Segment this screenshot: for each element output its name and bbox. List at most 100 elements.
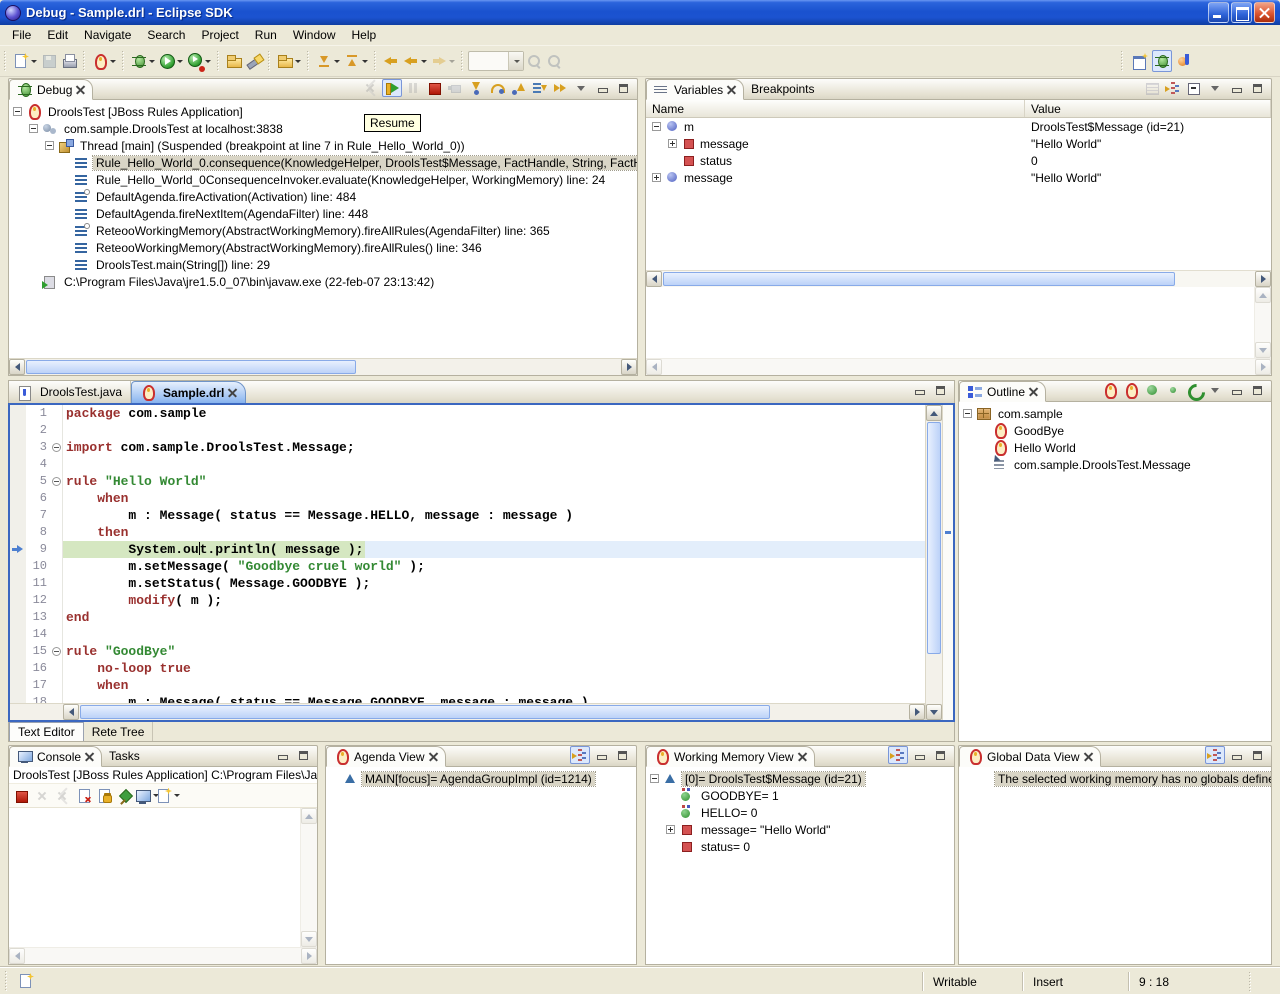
column-name[interactable]: Name [646,100,1025,117]
stack-frame-row[interactable]: DefaultAgenda.fireActivation(Activation)… [9,188,637,205]
run-external-tools-button[interactable] [185,50,213,72]
tree-expander[interactable] [29,277,38,286]
search-button[interactable] [244,50,264,72]
code-text[interactable]: modify( m ); [63,592,925,609]
fast-view-button[interactable] [16,970,36,992]
folding-margin[interactable] [50,524,63,541]
filter-functions-button[interactable] [1163,381,1183,399]
annotation-ruler[interactable] [10,473,26,490]
tree-expander[interactable] [979,443,988,452]
outline-row[interactable]: com.sample [959,405,1271,422]
previous-annotation-button[interactable] [342,50,370,72]
annotation-ruler[interactable] [10,541,26,558]
code-line[interactable]: 17 when [10,677,925,694]
debug-view-menu-button[interactable] [571,79,591,97]
tree-expander[interactable] [652,122,661,131]
code-text[interactable]: no-loop true [63,660,925,677]
stack-frame-row[interactable]: DroolsTest [JBoss Rules Application] [9,103,637,120]
code-text[interactable] [63,422,925,439]
view-tab[interactable]: Console [9,746,102,767]
minimize-view-button[interactable] [909,746,929,764]
code-lines[interactable]: 1 package com.sample 2 3 [10,405,925,703]
annotation-ruler[interactable] [10,677,26,694]
code-text[interactable] [63,456,925,473]
restore-window-button[interactable] [1231,2,1252,23]
pin-console-button[interactable] [116,787,136,805]
maximize-view-button[interactable] [930,746,950,764]
debug-horizontal-scrollbar[interactable] [9,358,637,375]
variables-view-menu-button[interactable] [1205,79,1225,97]
show-next-thread-button[interactable] [529,79,549,97]
folding-margin[interactable] [50,405,63,422]
global-data-row[interactable]: The selected working memory has no globa… [959,770,1271,787]
scroll-thumb[interactable] [927,422,941,654]
code-text[interactable]: System.out.println( message ); [63,541,925,558]
code-text[interactable]: package com.sample [63,405,925,422]
minimize-view-button[interactable] [1226,746,1246,764]
code-line[interactable]: 13 end [10,609,925,626]
tree-expander[interactable] [61,260,70,269]
tab-global-data-view[interactable]: Global Data View [959,746,1101,767]
code-line[interactable]: 2 [10,422,925,439]
maximize-view-button[interactable] [1247,746,1267,764]
outline-row[interactable]: GoodBye [959,422,1271,439]
annotation-ruler[interactable] [10,456,26,473]
minimize-view-button[interactable] [272,746,292,764]
code-text[interactable]: m : Message( status == Message.HELLO, me… [63,507,925,524]
code-line[interactable]: 6 when [10,490,925,507]
code-text[interactable]: m.setStatus( Message.GOODBYE ); [63,575,925,592]
run-button[interactable] [157,50,185,72]
maximize-view-button[interactable] [293,746,313,764]
annotation-ruler[interactable] [10,524,26,541]
drl-editor[interactable]: 1 package com.sample 2 3 [8,403,955,722]
tree-expander[interactable] [45,141,54,150]
variable-row[interactable]: message "Hello World" [646,169,1271,186]
show-logical-structure-button[interactable] [570,746,590,764]
tab-working-memory-view[interactable]: Working Memory View [646,746,815,767]
show-logical-structure-button[interactable] [1163,79,1183,97]
tree-expander[interactable] [650,774,659,783]
collapse-all-button[interactable] [1184,79,1204,97]
tree-expander[interactable] [61,175,70,184]
column-value[interactable]: Value [1025,100,1271,117]
tree-expander[interactable] [979,426,988,435]
close-tab-icon[interactable] [85,752,94,761]
fold-collapse-icon[interactable] [52,443,61,452]
link-with-editor-button[interactable] [1184,381,1204,399]
variables-horizontal-scrollbar[interactable] [646,270,1271,287]
code-line[interactable]: 4 [10,456,925,473]
tree-expander[interactable] [652,173,661,182]
folding-margin[interactable] [50,541,63,558]
tree-expander[interactable] [61,158,70,167]
code-line[interactable]: 7 m : Message( status == Message.HELLO, … [10,507,925,524]
scroll-lock-button[interactable] [95,787,115,805]
tree-expander[interactable] [666,825,675,834]
variable-detail-pane[interactable] [646,287,1271,358]
tree-expander[interactable] [668,156,677,165]
scroll-left-button[interactable] [63,704,79,720]
console-output[interactable] [9,808,317,947]
maximize-view-button[interactable] [1247,381,1267,399]
close-tab-icon[interactable] [1029,387,1038,396]
debug-button[interactable] [129,50,157,72]
minimize-window-button[interactable] [1208,2,1229,23]
folding-margin[interactable] [50,609,63,626]
code-text[interactable]: m : Message( status == Message.GOODBYE, … [63,694,925,703]
annotation-ruler[interactable] [10,558,26,575]
tree-expander[interactable] [61,243,70,252]
stack-frame-row[interactable]: ReteooWorkingMemory(AbstractWorkingMemor… [9,239,637,256]
print-button[interactable] [59,50,79,72]
sort-rules-button[interactable] [1100,381,1120,399]
annotation-ruler[interactable] [10,592,26,609]
tree-expander[interactable] [979,460,988,469]
scroll-up-button[interactable] [926,405,942,421]
maximize-view-button[interactable] [612,746,632,764]
clear-console-button[interactable] [74,787,94,805]
folding-margin[interactable] [50,439,63,456]
maximize-view-button[interactable] [1247,79,1267,97]
code-text[interactable]: end [63,609,925,626]
open-console-button[interactable] [158,787,178,805]
agenda-tree[interactable]: MAIN[focus]= AgendaGroupImpl (id=1214) [326,767,636,964]
view-tab[interactable]: Variables [646,79,744,100]
folding-margin[interactable] [50,473,63,490]
